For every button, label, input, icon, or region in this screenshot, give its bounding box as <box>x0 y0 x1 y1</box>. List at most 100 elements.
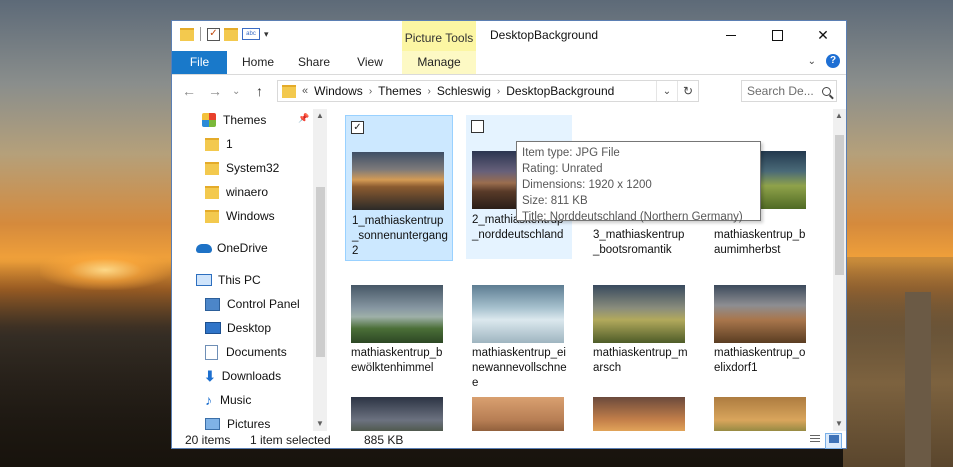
picture-tools-label: Picture Tools <box>402 21 476 51</box>
folder-icon <box>205 185 219 199</box>
nav-item-label: Documents <box>226 345 287 359</box>
file-item[interactable]: mathiaskentrup_bewölktenhimmel <box>345 261 451 377</box>
thumbnail-image <box>351 397 443 431</box>
expand-ribbon-icon[interactable]: ⌄ <box>808 56 816 67</box>
search-icon[interactable] <box>822 86 831 96</box>
chevron-right-icon[interactable]: › <box>369 86 372 97</box>
maximize-button[interactable] <box>754 21 800 49</box>
help-icon[interactable]: ? <box>826 54 840 68</box>
refresh-icon[interactable]: ↻ <box>677 81 698 101</box>
chevron-right-icon[interactable]: › <box>497 86 500 97</box>
rename-icon[interactable]: abc <box>242 28 260 40</box>
new-folder-icon[interactable] <box>224 27 238 41</box>
nav-item-desktop[interactable]: Desktop <box>205 317 271 339</box>
file-item[interactable]: mathiaskentrup_oelixdorf1 <box>708 261 814 377</box>
file-name: 1_mathiaskentrup_sonnenuntergang2 <box>352 215 448 257</box>
quick-access-toolbar: ✓ abc ▾ <box>180 27 269 41</box>
minimize-icon <box>726 34 736 36</box>
selection-count: 1 item selected <box>250 433 331 447</box>
tooltip-item-type: Item type: JPG File <box>522 147 620 159</box>
nav-item-windows[interactable]: Windows <box>205 205 275 227</box>
navigation-pane-scrollbar[interactable]: ▲ ▼ <box>313 109 327 431</box>
breadcrumb-windows[interactable]: Windows <box>314 84 363 98</box>
search-box[interactable]: Search De... <box>741 80 837 102</box>
nav-item-onedrive[interactable]: OneDrive <box>196 237 268 259</box>
nav-item-label: System32 <box>226 161 280 175</box>
file-item[interactable] <box>345 381 451 431</box>
download-arrow-icon: ⬇ <box>204 367 216 384</box>
properties-icon[interactable]: ✓ <box>207 27 220 41</box>
ribbon-tabs: File Home Share View Manage ⌄ ? <box>172 51 846 75</box>
selection-size: 885 KB <box>364 433 404 447</box>
desktop-icon <box>205 322 221 334</box>
file-item[interactable]: mathiaskentrup_marsch <box>587 261 693 377</box>
breadcrumb-themes[interactable]: Themes <box>378 84 421 98</box>
tab-share[interactable]: Share <box>288 51 340 74</box>
file-item[interactable]: ✓ 1_mathiaskentrup_sonnenuntergang2 <box>345 115 453 261</box>
themes-icon <box>202 113 216 127</box>
nav-item-this-pc[interactable]: This PC <box>196 269 261 291</box>
scroll-up-icon[interactable]: ▲ <box>316 111 324 120</box>
address-dropdown-icon[interactable]: ⌄ <box>656 81 677 101</box>
nav-item-pictures[interactable]: Pictures <box>205 413 270 431</box>
file-item[interactable] <box>466 381 572 431</box>
tab-home[interactable]: Home <box>232 51 284 74</box>
folder-icon <box>205 209 219 223</box>
nav-item-downloads[interactable]: ⬇ Downloads <box>204 365 281 387</box>
wallpaper-post <box>905 292 931 467</box>
file-name: mathiaskentrup_bewölktenhimmel <box>351 347 443 374</box>
large-icons-view-button[interactable] <box>825 433 842 449</box>
breadcrumb-schleswig[interactable]: Schleswig <box>437 84 491 98</box>
nav-item-system32[interactable]: System32 <box>205 157 279 179</box>
customize-qat-icon[interactable]: ▾ <box>264 29 269 40</box>
recent-locations-button[interactable]: ⌄ <box>232 86 240 97</box>
window-title: DesktopBackground <box>490 28 599 42</box>
tooltip-size: Size: 811 KB <box>522 195 588 207</box>
nav-item-1[interactable]: 1 <box>205 133 233 155</box>
nav-item-themes[interactable]: Themes <box>202 109 266 131</box>
nav-item-label: Downloads <box>221 369 282 383</box>
nav-item-winaero[interactable]: winaero <box>205 181 268 203</box>
nav-item-label: Windows <box>226 209 275 223</box>
thumbnail-image <box>593 285 685 343</box>
tab-manage[interactable]: Manage <box>402 51 476 74</box>
scroll-down-icon[interactable]: ▼ <box>316 419 324 428</box>
file-item[interactable] <box>708 381 814 431</box>
navigation-bar: ← → ⌄ ↑ « Windows › Themes › Schleswig ›… <box>172 76 846 106</box>
search-input[interactable]: Search De... <box>747 84 814 98</box>
tab-file[interactable]: File <box>172 51 227 74</box>
nav-item-control-panel[interactable]: Control Panel <box>205 293 300 315</box>
scrollbar-thumb[interactable] <box>835 135 844 275</box>
back-button[interactable]: ← <box>182 83 196 99</box>
item-checkbox[interactable] <box>471 120 484 133</box>
forward-button[interactable]: → <box>208 83 222 99</box>
file-info-tooltip: Item type: JPG File Rating: Unrated Dime… <box>516 141 761 223</box>
minimize-button[interactable] <box>708 21 754 49</box>
chevron-right-icon[interactable]: › <box>428 86 431 97</box>
thumbnail-image <box>714 285 806 343</box>
nav-item-label: Music <box>220 393 252 407</box>
overflow-crumb[interactable]: « <box>302 85 308 97</box>
details-view-button[interactable] <box>806 433 823 449</box>
address-bar[interactable]: « Windows › Themes › Schleswig › Desktop… <box>277 80 699 102</box>
pin-icon[interactable]: 📌 <box>298 113 309 124</box>
details-view-icon <box>809 435 820 443</box>
scroll-up-icon[interactable]: ▲ <box>835 111 843 120</box>
folder-icon[interactable] <box>180 27 194 41</box>
tooltip-dimensions: Dimensions: 1920 x 1200 <box>522 179 652 191</box>
nav-item-music[interactable]: ♪ Music <box>205 389 251 411</box>
thumbnail-image <box>472 397 564 431</box>
tab-view[interactable]: View <box>344 51 396 74</box>
scrollbar-thumb[interactable] <box>316 187 325 357</box>
file-item[interactable]: mathiaskentrup_einewannevollschnee <box>466 261 572 389</box>
item-checkbox[interactable]: ✓ <box>351 121 364 134</box>
up-button[interactable]: ↑ <box>256 83 263 99</box>
nav-item-documents[interactable]: Documents <box>205 341 287 363</box>
title-bar[interactable]: ✓ abc ▾ Picture Tools DesktopBackground … <box>172 21 846 51</box>
scroll-down-icon[interactable]: ▼ <box>835 419 843 428</box>
close-button[interactable]: ✕ <box>800 21 846 49</box>
file-list-scrollbar[interactable]: ▲ ▼ <box>833 109 846 431</box>
file-item[interactable] <box>587 381 693 431</box>
file-name: 3_mathiaskentrup_bootsromantik <box>593 229 685 256</box>
breadcrumb-desktopbackground[interactable]: DesktopBackground <box>506 84 614 98</box>
